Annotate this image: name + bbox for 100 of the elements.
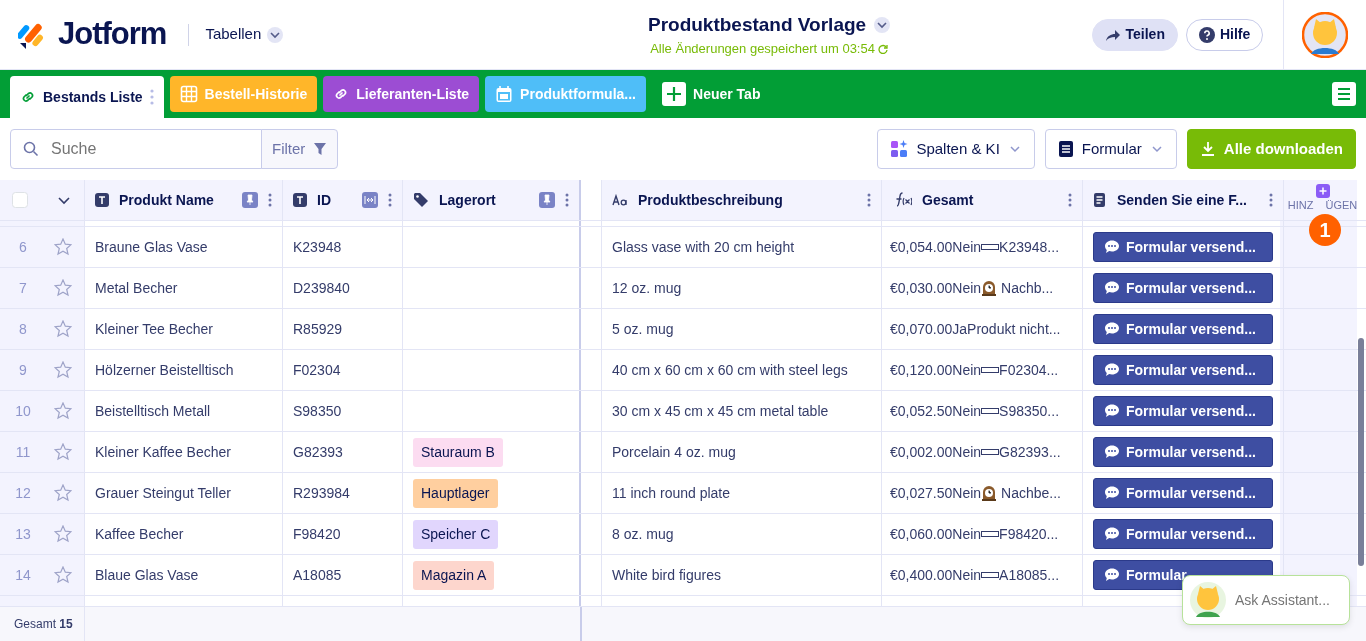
table-cell-text: A18085... xyxy=(999,565,1059,585)
table-cell-text: Grauer Steingut Teller xyxy=(95,483,231,503)
tab[interactable]: Bestands Liste xyxy=(10,76,164,118)
filter-icon xyxy=(313,142,328,156)
search-field[interactable]: Suche xyxy=(10,129,262,169)
more-icon[interactable] xyxy=(867,193,871,207)
table-cell-text: Metal Becher xyxy=(95,278,178,298)
share-button[interactable]: Teilen xyxy=(1091,18,1178,51)
form-icon xyxy=(1057,140,1074,158)
table-cell-text: €0,027.50Nein xyxy=(890,483,982,503)
star-icon[interactable] xyxy=(54,361,72,379)
table-cell-text: Nachb... xyxy=(1001,278,1054,298)
search-icon xyxy=(23,141,39,157)
send-form-button[interactable]: Formular versend... xyxy=(1093,396,1273,426)
filter-button[interactable]: Filter xyxy=(261,129,339,169)
send-form-button[interactable]: Formular versend... xyxy=(1093,232,1273,262)
row-number: 6 xyxy=(18,237,28,257)
table-cell-text: Kaffee Becher xyxy=(95,524,184,544)
chat-icon xyxy=(1104,485,1120,501)
location-tag: Hauptlager xyxy=(413,478,498,508)
text-type-icon xyxy=(95,193,109,207)
star-icon[interactable] xyxy=(54,566,72,584)
table-cell-text: Glass vase with 20 cm height xyxy=(612,237,795,257)
section-dropdown[interactable]: Tabellen xyxy=(205,23,284,46)
send-form-button[interactable]: Formular versend... xyxy=(1093,355,1273,385)
table-cell-text: €0,120.00Nein xyxy=(890,360,982,380)
select-all-checkbox[interactable] xyxy=(12,192,28,208)
table-cell-text: Braune Glas Vase xyxy=(95,237,208,257)
scrollbar-thumb[interactable] xyxy=(1358,338,1364,566)
fit-width-icon[interactable] xyxy=(362,192,378,208)
tab[interactable]: Lieferanten-Liste xyxy=(323,76,480,112)
star-icon[interactable] xyxy=(54,402,72,420)
send-form-button[interactable]: Formular versend... xyxy=(1093,314,1273,344)
avatar[interactable] xyxy=(1302,11,1349,58)
table-cell-text: €0,060.00Nein xyxy=(890,524,982,544)
send-form-button[interactable]: Formular versend... xyxy=(1093,519,1273,549)
form-icon xyxy=(1093,192,1107,208)
pin-icon[interactable] xyxy=(242,192,258,208)
star-icon[interactable] xyxy=(54,238,72,256)
star-icon[interactable] xyxy=(54,525,72,543)
location-tag: Stauraum B xyxy=(413,437,503,467)
table-cell-text: €0,054.00Nein xyxy=(890,237,982,257)
row-number: 13 xyxy=(14,524,32,544)
form-button[interactable]: Formular xyxy=(1044,129,1177,169)
help-button[interactable]: Hilfe xyxy=(1185,18,1264,51)
table-cell-text: €0,002.00Nein xyxy=(890,442,982,462)
more-icon[interactable] xyxy=(1269,193,1273,207)
sparkle-grid-icon xyxy=(890,140,909,158)
more-icon[interactable] xyxy=(388,193,392,207)
chat-icon xyxy=(1104,362,1120,378)
row-number: 12 xyxy=(14,483,32,503)
star-icon[interactable] xyxy=(54,484,72,502)
table-cell-text: F98420... xyxy=(999,524,1059,544)
chat-icon xyxy=(1104,526,1120,542)
more-icon[interactable] xyxy=(1068,193,1072,207)
table-cell-text: D239840 xyxy=(293,278,350,298)
add-column-label[interactable]: ÜGEN xyxy=(1325,199,1358,213)
table-cell-text: 40 cm x 60 cm x 60 cm with steel legs xyxy=(612,360,848,380)
table-cell-text: 5 oz. mug xyxy=(612,319,674,339)
column-header[interactable]: Lagerort xyxy=(439,189,496,211)
share-icon xyxy=(1104,27,1121,42)
star-icon[interactable] xyxy=(54,320,72,338)
grid-icon xyxy=(179,85,198,103)
send-form-button[interactable]: Formular versend... xyxy=(1093,273,1273,303)
send-form-button[interactable]: Formular versend... xyxy=(1093,478,1273,508)
plus-icon xyxy=(662,82,686,106)
table-cell-text: F02304 xyxy=(293,360,341,380)
table-cell-text: Nachbe... xyxy=(1001,483,1061,503)
table-cell-text: €0,400.00Nein xyxy=(890,565,982,585)
table-cell-text: G82393 xyxy=(293,442,343,462)
pin-icon[interactable] xyxy=(539,192,555,208)
table-cell-text: 11 inch round plate xyxy=(612,483,731,503)
table-cell-text: Beistelltisch Metall xyxy=(95,401,211,421)
add-column-label[interactable]: HINZ xyxy=(1287,199,1314,213)
column-header[interactable]: Gesamt xyxy=(922,189,974,211)
table-cell-text: R293984 xyxy=(293,483,350,503)
table-cell-text: Kleiner Tee Becher xyxy=(95,319,214,339)
refresh-icon xyxy=(877,43,888,54)
chat-icon xyxy=(1104,567,1120,583)
new-tab-button[interactable]: Neuer Tab xyxy=(652,76,771,112)
table-cell-text: 8 oz. mug xyxy=(612,524,674,544)
chat-icon xyxy=(1104,239,1120,255)
menu-icon[interactable] xyxy=(1332,82,1356,106)
link-icon xyxy=(20,89,36,105)
table-cell-text: S98350 xyxy=(293,401,342,421)
download-icon xyxy=(1199,141,1216,157)
tag-icon xyxy=(413,192,429,208)
text-type-icon xyxy=(293,193,307,207)
column-header[interactable]: ID xyxy=(317,189,331,211)
chat-icon xyxy=(1104,321,1120,337)
more-icon[interactable] xyxy=(268,193,272,207)
star-icon[interactable] xyxy=(54,279,72,297)
more-icon[interactable] xyxy=(565,193,569,207)
table-cell-text: R85929 xyxy=(293,319,343,339)
send-form-button[interactable]: Formular versend... xyxy=(1093,437,1273,467)
star-icon[interactable] xyxy=(54,443,72,461)
title-dropdown[interactable]: Produktbestand Vorlage xyxy=(647,10,891,39)
table-cell-text: F02304... xyxy=(999,360,1059,380)
table-cell-text: Kleiner Kaffee Becher xyxy=(95,442,231,462)
columns-ai-button[interactable]: Spalten & KI xyxy=(877,129,1035,169)
